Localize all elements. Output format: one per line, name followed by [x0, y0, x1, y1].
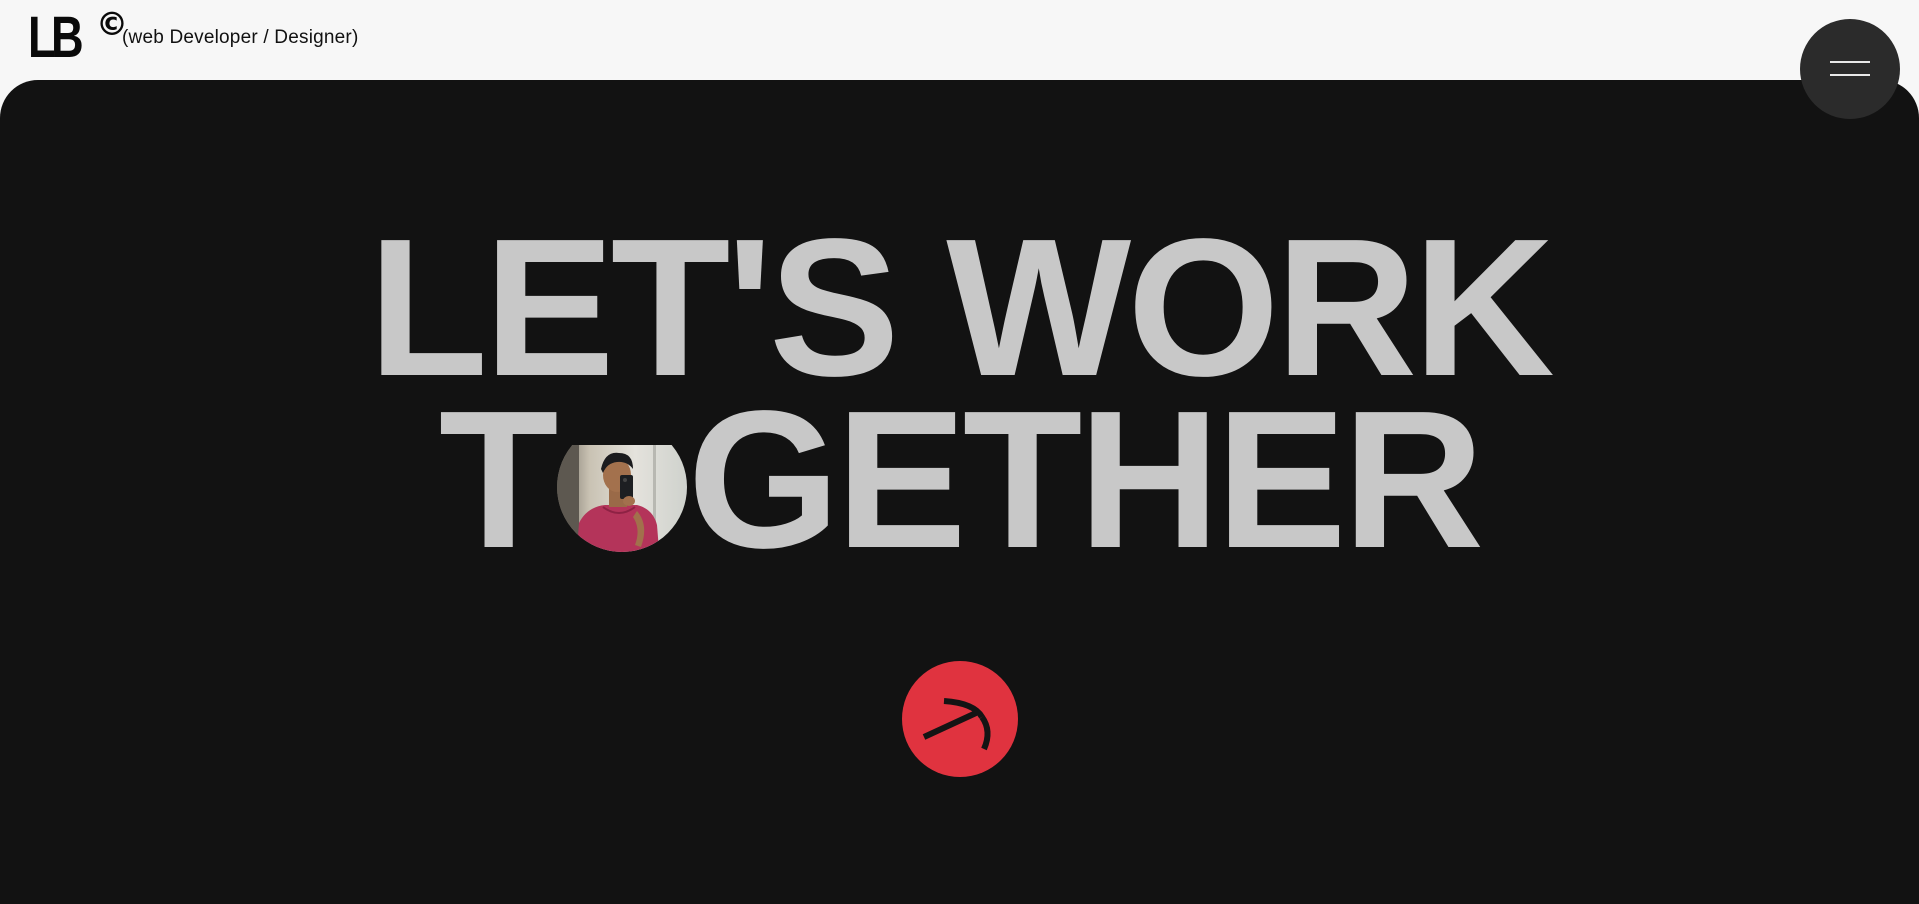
arrow-up-right-icon	[922, 698, 991, 751]
menu-button[interactable]	[1800, 19, 1900, 119]
hamburger-menu-icon-line	[1830, 74, 1870, 76]
headline-word-gether: GETHER	[687, 370, 1485, 589]
profile-photo	[556, 445, 687, 552]
site-header: LB © (web Developer / Designer)	[0, 0, 1919, 80]
contact-button[interactable]	[902, 661, 1018, 777]
hamburger-menu-icon	[1830, 61, 1870, 63]
logo-text: LB	[28, 5, 84, 70]
headline-line-1: LET'S WORK	[368, 198, 1555, 417]
site-logo[interactable]: LB ©	[28, 5, 128, 70]
profile-avatar	[556, 422, 687, 552]
headline-letter-t: T	[438, 370, 559, 589]
site-tagline: (web Developer / Designer)	[122, 27, 359, 48]
headline-line-2: T GETHER	[0, 370, 1919, 589]
